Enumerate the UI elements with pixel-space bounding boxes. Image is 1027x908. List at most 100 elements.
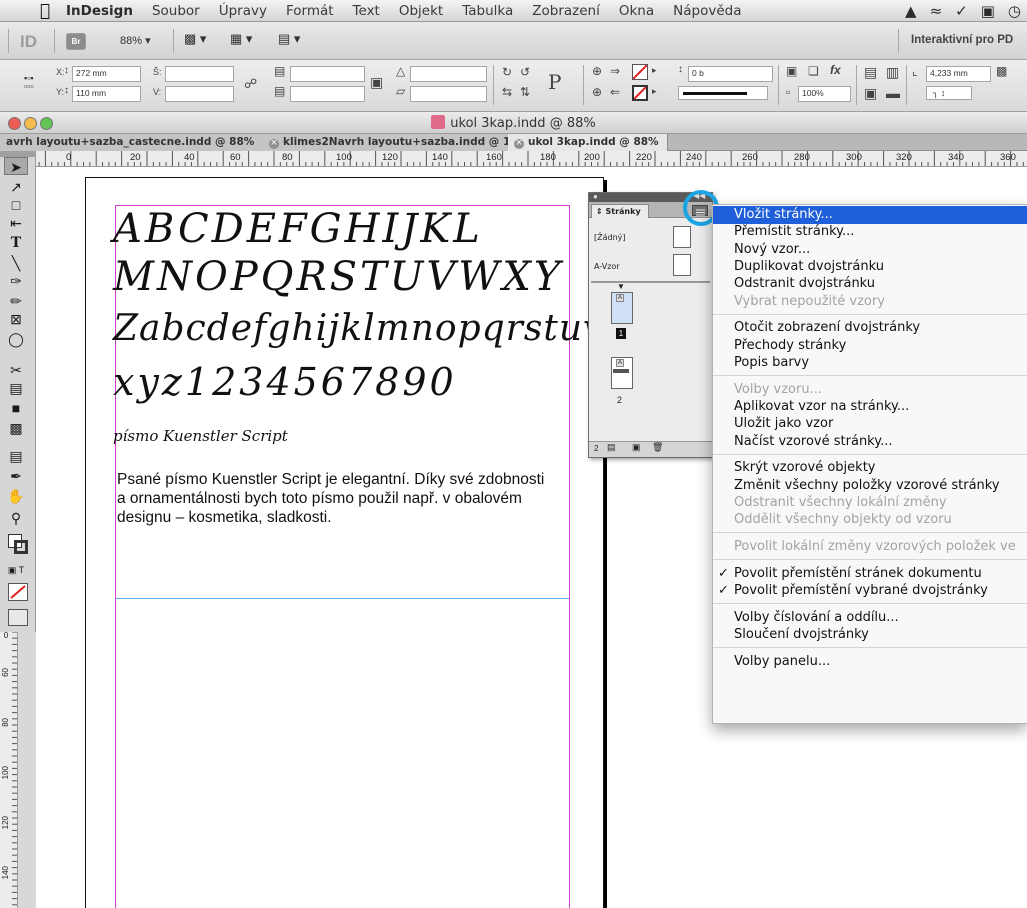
page-tool-icon[interactable]: □	[4, 196, 28, 214]
tab-stranky[interactable]: ⇕ Stránky	[591, 204, 649, 218]
align-icon[interactable]: ▬	[886, 85, 900, 101]
master-a-thumbnail[interactable]	[673, 254, 691, 276]
bridge-button[interactable]: Br	[66, 33, 86, 50]
script-sample-line-1[interactable]: ABCDEFGHIJKL	[113, 206, 483, 252]
gradient-swatch-tool-icon[interactable]: ■	[4, 399, 28, 417]
opacity-field[interactable]: 100%	[798, 86, 851, 102]
menu-item[interactable]: Duplikovat dvojstránku	[713, 258, 1027, 275]
constrain-proportions-icon[interactable]: ☍	[244, 76, 257, 92]
height-field[interactable]	[165, 86, 234, 102]
free-transform-tool-icon[interactable]: ▤	[4, 379, 28, 397]
page-2-thumbnail[interactable]: A	[611, 357, 633, 389]
menu-item[interactable]: Načíst vzorové stránky...	[713, 433, 1027, 450]
fit-content-icon[interactable]: ▣	[864, 85, 877, 102]
menu-item[interactable]: Skrýt vzorové objekty	[713, 459, 1027, 476]
zoom-level-dropdown[interactable]: 88% ▾	[120, 34, 151, 47]
time-machine-icon[interactable]: ◷	[1008, 2, 1021, 20]
corner-shape-dropdown[interactable]: ╮ ↕	[926, 86, 972, 100]
rotate-cw-icon[interactable]: ↻	[502, 65, 512, 79]
script-sample-line-2[interactable]: MNOPQRSTUVWXY	[113, 254, 563, 300]
script-sample-line-3[interactable]: Zabcdefghijklmnopqrstuvw	[113, 308, 636, 349]
menu-zobrazeni[interactable]: Zobrazení	[532, 3, 600, 19]
view-options-icon[interactable]: ▩ ▾	[184, 31, 206, 47]
eyedropper-tool-icon[interactable]: ✒	[4, 467, 28, 485]
drop-shadow-icon[interactable]: ❏	[808, 64, 819, 78]
zoom-tool-icon[interactable]: ⚲	[4, 509, 28, 527]
fill-swatch[interactable]	[632, 64, 648, 80]
width-field[interactable]	[165, 66, 234, 82]
x-stepper-icon[interactable]: ↕	[64, 65, 69, 76]
pencil-tool-icon[interactable]: ✏	[4, 292, 28, 310]
workspace-switcher[interactable]: Interaktivní pro PD	[911, 34, 1013, 46]
stroke-color-icon[interactable]	[14, 540, 28, 554]
flip-vertical-icon[interactable]: ⇅	[520, 85, 530, 99]
menu-item[interactable]: Uložit jako vzor	[713, 415, 1027, 432]
text-wrap-icon[interactable]: ▤	[864, 64, 877, 81]
ruler-guide[interactable]	[116, 598, 569, 599]
stroke-swatch[interactable]	[632, 85, 648, 101]
menu-item[interactable]: ✓ Povolit přemístění stránek dokumentu	[713, 565, 1027, 582]
select-container-icon[interactable]: ⊕	[592, 64, 602, 78]
select-next-icon[interactable]: ⇒	[610, 64, 620, 78]
selection-tool-icon[interactable]: ➤	[4, 157, 28, 175]
document-tab-2[interactable]: × klimes2Navrh layoutu+sazba.indd @ 140%	[263, 134, 535, 151]
document-tab-3-active[interactable]: × ukol 3kap.indd @ 88%	[508, 134, 668, 151]
scale-y-field[interactable]	[290, 86, 365, 102]
hand-tool-icon[interactable]: ✋	[4, 487, 28, 505]
menu-item[interactable]: Sloučení dvojstránky	[713, 626, 1027, 643]
menu-item[interactable]: Vložit stránky...	[713, 206, 1027, 224]
shear-field[interactable]	[410, 86, 487, 102]
more-options-icon[interactable]: ▩	[996, 64, 1007, 78]
apply-none-icon[interactable]	[8, 583, 28, 601]
type-tool-icon[interactable]: T	[4, 234, 28, 252]
master-none-label[interactable]: [Žádný]	[594, 233, 626, 242]
menu-tabulka[interactable]: Tabulka	[462, 3, 513, 19]
stroke-weight-field[interactable]: 0 b	[688, 66, 773, 82]
menu-item[interactable]: Přechody stránky	[713, 337, 1027, 354]
master-a-label[interactable]: A-Vzor	[594, 262, 620, 271]
menu-item[interactable]: Odstranit dvojstránku	[713, 275, 1027, 292]
adobe-status-icon[interactable]: ▲	[905, 2, 917, 20]
menu-item[interactable]: Volby číslování a oddílu...	[713, 609, 1027, 626]
menu-item[interactable]: Nový vzor...	[713, 241, 1027, 258]
menu-indesign[interactable]: InDesign	[66, 3, 133, 19]
rectangle-frame-tool-icon[interactable]: ⊠	[4, 310, 28, 328]
apple-menu-icon[interactable]: 	[34, 1, 56, 21]
arrange-documents-icon[interactable]: ▤ ▾	[278, 31, 300, 47]
vertical-ruler[interactable]: 0 60 80 100 120 140	[0, 632, 18, 908]
delete-page-icon[interactable]: 🗑	[652, 442, 663, 453]
screen-mode-icon[interactable]	[8, 609, 28, 626]
flip-horizontal-icon[interactable]: ⇆	[502, 85, 512, 99]
menu-upravy[interactable]: Úpravy	[219, 3, 267, 19]
direct-selection-tool-icon[interactable]: ↗	[4, 178, 28, 196]
master-none-thumbnail[interactable]	[673, 226, 691, 248]
checkmark-status-icon[interactable]: ✓	[955, 2, 968, 20]
menu-item[interactable]: Přemístit stránky...	[713, 223, 1027, 240]
pen-tool-icon[interactable]: ✑	[4, 272, 28, 290]
select-content-icon[interactable]: ⊕	[592, 85, 602, 99]
menu-format[interactable]: Formát	[286, 3, 334, 19]
select-previous-icon[interactable]: ⇐	[610, 85, 620, 99]
menu-item[interactable]: Popis barvy	[713, 354, 1027, 371]
x-field[interactable]: 272 mm	[72, 66, 141, 82]
formatting-affects-container-icon[interactable]: ▣ T	[4, 561, 28, 579]
body-text-frame[interactable]: Psané písmo Kuenstler Script je elegantn…	[117, 470, 557, 527]
scissors-tool-icon[interactable]: ✂	[4, 361, 28, 379]
wrap-around-icon[interactable]: ▥	[886, 64, 899, 81]
reference-point-icon[interactable]: ▪▫▪ ▫▫▫	[24, 74, 40, 91]
stroke-type-dropdown[interactable]	[678, 86, 768, 100]
display-icon[interactable]: ▣	[981, 2, 995, 20]
gradient-feather-tool-icon[interactable]: ▩	[4, 419, 28, 437]
font-name-label[interactable]: písmo Kuenstler Script	[113, 427, 288, 445]
close-tab-icon[interactable]: ×	[514, 139, 524, 149]
rotate-ccw-icon[interactable]: ↺	[520, 65, 530, 79]
y-stepper-icon[interactable]: ↕	[64, 85, 69, 96]
menu-item[interactable]: Volby panelu...	[713, 653, 1027, 670]
effects-icon[interactable]: ▣	[786, 64, 797, 78]
menu-item[interactable]: Otočit zobrazení dvojstránky	[713, 319, 1027, 336]
dimension-field[interactable]: 4,233 mm	[926, 66, 991, 82]
wifi-icon[interactable]: ≈	[930, 2, 943, 20]
menu-item[interactable]: Aplikovat vzor na stránky...	[713, 398, 1027, 415]
screen-mode-icon[interactable]: ▦ ▾	[230, 31, 252, 47]
new-page-icon[interactable]: ▣	[632, 442, 641, 453]
